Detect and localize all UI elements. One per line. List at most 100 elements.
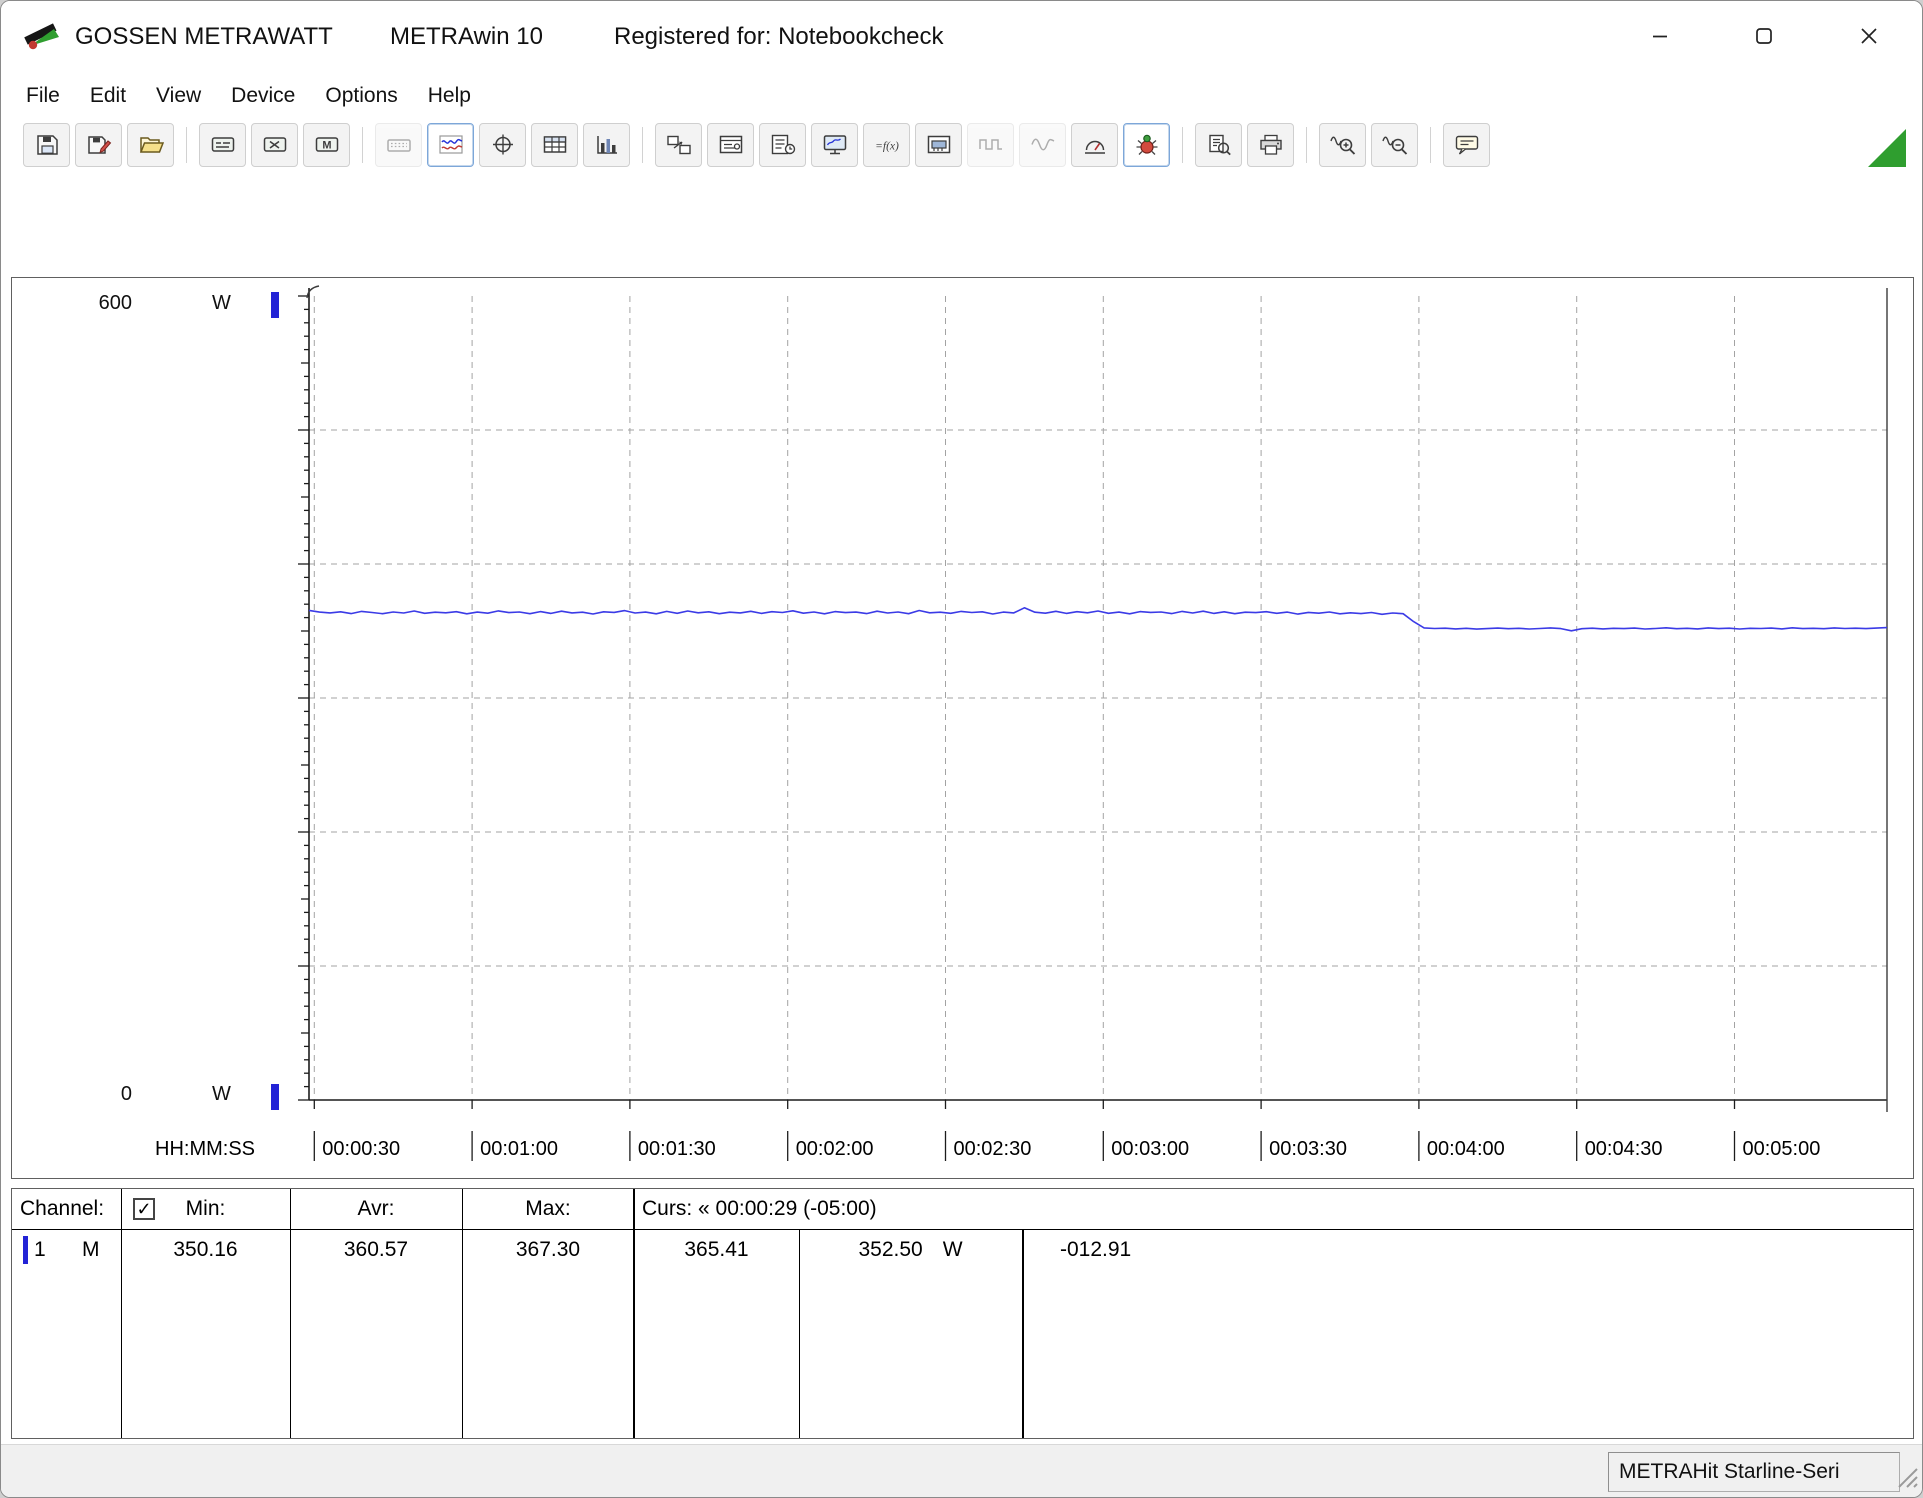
toolbar-separator <box>186 127 187 163</box>
svg-text:00:04:00: 00:04:00 <box>1427 1138 1505 1160</box>
save-icon <box>34 133 60 157</box>
sequence-icon <box>770 133 796 157</box>
app-title: METRAwin 10 <box>390 23 543 51</box>
keyboard-entry-button <box>375 123 422 167</box>
data-transfer-button[interactable] <box>655 123 702 167</box>
lcd-display-icon <box>210 133 236 157</box>
channel-table: Channel: ✓ Min: Avr: Max: Curs: « 00:00:… <box>11 1188 1914 1439</box>
menu-device[interactable]: Device <box>216 84 310 108</box>
channel-number: 1 <box>34 1233 46 1267</box>
maximize-button[interactable] <box>1735 1 1793 75</box>
col-min-header: Min: <box>121 1189 290 1229</box>
menu-options[interactable]: Options <box>310 84 412 108</box>
maximize-icon <box>1755 27 1773 50</box>
copy-display-button[interactable] <box>199 123 246 167</box>
toolbar-separator <box>1430 127 1431 163</box>
store-display-button[interactable]: M <box>303 123 350 167</box>
zoom-out-button[interactable] <box>1371 123 1418 167</box>
data-table-button[interactable] <box>531 123 578 167</box>
device-memory-button[interactable] <box>915 123 962 167</box>
menu-help[interactable]: Help <box>413 84 486 108</box>
print-preview-button[interactable] <box>1195 123 1242 167</box>
cursor-delta-value: -012.91 <box>1060 1233 1131 1267</box>
header-divider <box>12 1229 1913 1230</box>
y-axis-unit-top: W <box>212 290 231 316</box>
status-bar: METRAHit Starline-Seri <box>1 1444 1922 1497</box>
open-folder-icon <box>138 133 164 157</box>
column-divider <box>1022 1229 1024 1438</box>
yt-chart-icon <box>438 133 464 157</box>
note-icon <box>1454 133 1480 157</box>
live-instrument-button[interactable] <box>1123 123 1170 167</box>
xy-chart-button[interactable] <box>479 123 526 167</box>
svg-text:00:05:00: 00:05:00 <box>1743 1138 1821 1160</box>
cursor2-value-group: 352.50 W <box>799 1233 1022 1267</box>
lcd-clear-icon <box>262 133 288 157</box>
svg-text:00:02:30: 00:02:30 <box>954 1138 1032 1160</box>
svg-text:00:00:30: 00:00:30 <box>322 1138 400 1160</box>
crosshair-icon <box>490 133 516 157</box>
keyboard-icon <box>386 133 412 157</box>
toolbar-separator <box>1306 127 1307 163</box>
bar-graph-icon <box>594 133 620 157</box>
zoom-out-icon <box>1381 133 1409 157</box>
minimize-button[interactable] <box>1631 1 1689 75</box>
app-window: GOSSEN METRAWATT METRAwin 10 Registered … <box>0 0 1923 1498</box>
svg-text:00:01:00: 00:01:00 <box>480 1138 558 1160</box>
square-wave-button <box>967 123 1014 167</box>
sine-wave-icon <box>1030 133 1056 157</box>
table-icon <box>542 133 568 157</box>
save-report-icon <box>86 133 112 157</box>
measurement-sequence-button[interactable] <box>759 123 806 167</box>
menu-bar: File Edit View Device Options Help <box>1 75 1922 117</box>
col-cursor-header: Curs: « 00:00:29 (-05:00) <box>642 1189 877 1229</box>
minimize-icon <box>1651 27 1669 50</box>
bug-icon <box>1134 133 1160 157</box>
channel1-color-bar <box>23 1236 28 1264</box>
channel-max-value: 367.30 <box>462 1233 634 1267</box>
menu-edit[interactable]: Edit <box>75 84 141 108</box>
bar-graph-button[interactable] <box>583 123 630 167</box>
channel-avr-value: 360.57 <box>290 1233 462 1267</box>
svg-text:=f(x): =f(x) <box>875 141 899 153</box>
measurement-status-panel: Trig: OFF Chan: 123456789 Status: Browsi… <box>1 173 1922 277</box>
yt-chart-button[interactable] <box>427 123 474 167</box>
y-axis-unit-bottom: W <box>212 1081 231 1107</box>
device-status-box: METRAHit Starline-Seri <box>1608 1452 1900 1492</box>
print-button[interactable] <box>1247 123 1294 167</box>
gauge-icon <box>1082 133 1108 157</box>
zoom-in-button[interactable] <box>1319 123 1366 167</box>
meter-readout-button[interactable] <box>1071 123 1118 167</box>
annotation-button[interactable] <box>1443 123 1490 167</box>
col-avr-header: Avr: <box>290 1189 462 1229</box>
svg-text:00:02:00: 00:02:00 <box>796 1138 874 1160</box>
open-file-button[interactable] <box>127 123 174 167</box>
svg-text:00:03:00: 00:03:00 <box>1111 1138 1189 1160</box>
toolbar-separator <box>642 127 643 163</box>
menu-file[interactable]: File <box>11 84 75 108</box>
cursor2-unit: W <box>943 1238 963 1261</box>
menu-view[interactable]: View <box>141 84 216 108</box>
channel1-scale-marker-top <box>271 292 279 318</box>
column-divider <box>462 1189 463 1438</box>
close-icon <box>1859 26 1879 51</box>
close-button[interactable] <box>1840 1 1898 75</box>
green-triangle-marker <box>1868 129 1906 167</box>
column-divider <box>633 1189 635 1438</box>
online-monitor-button[interactable] <box>811 123 858 167</box>
chart-panel: 00:00:3000:01:0000:01:3000:02:0000:02:30… <box>11 277 1914 1179</box>
toolbar: M =f(x) <box>1 117 1922 173</box>
save-report-button[interactable] <box>75 123 122 167</box>
resize-grip[interactable] <box>1893 1463 1919 1494</box>
cursor1-value: 365.41 <box>634 1233 799 1267</box>
device-settings-button[interactable] <box>707 123 754 167</box>
channel-min-value: 350.16 <box>121 1233 290 1267</box>
formula-button[interactable]: =f(x) <box>863 123 910 167</box>
save-data-button[interactable] <box>23 123 70 167</box>
sine-wave-button <box>1019 123 1066 167</box>
cursor2-value: 352.50 <box>858 1238 922 1261</box>
clear-display-button[interactable] <box>251 123 298 167</box>
memory-window-icon <box>926 133 952 157</box>
chart-plot[interactable]: 00:00:3000:01:0000:01:3000:02:0000:02:30… <box>12 278 1913 1178</box>
svg-text:00:03:30: 00:03:30 <box>1269 1138 1347 1160</box>
